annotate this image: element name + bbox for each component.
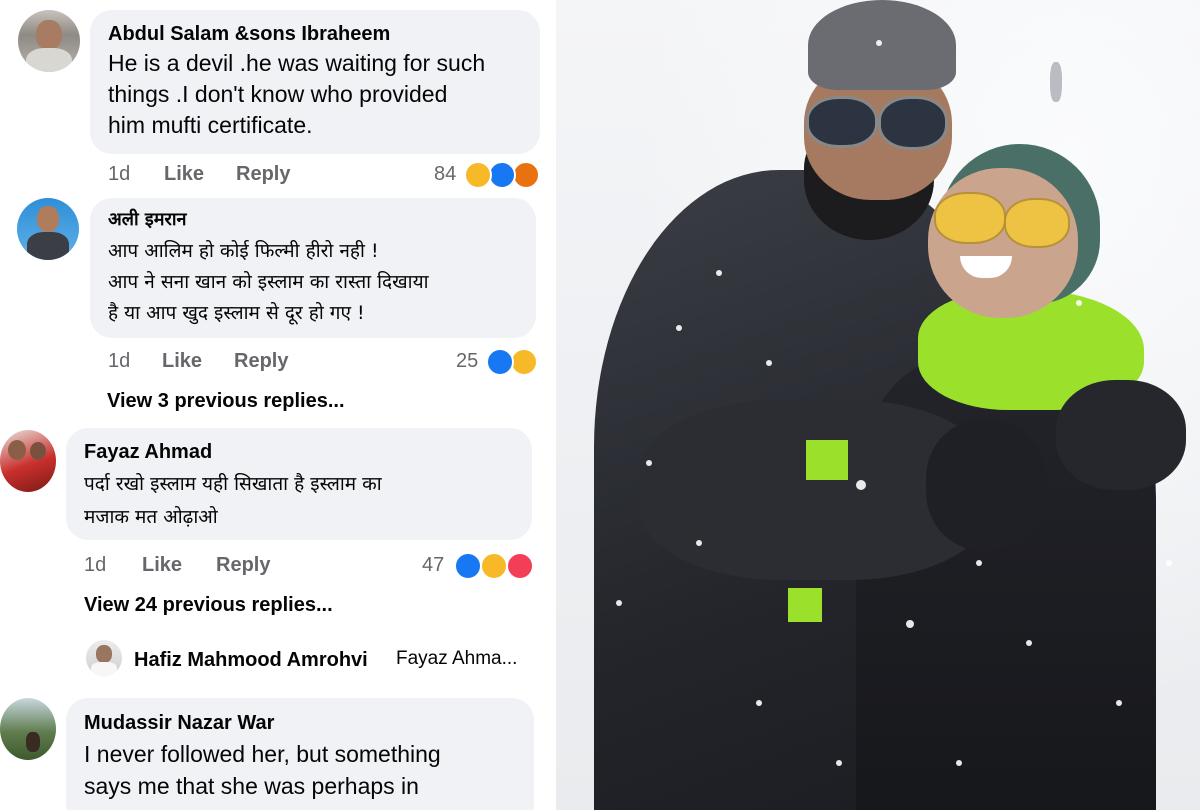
- man-sunglasses: [806, 96, 878, 148]
- comment-text: पर्दा रखो इस्लाम यही सिखाता है इस्लाम का…: [84, 468, 382, 534]
- green-lining: [788, 588, 822, 622]
- woman-yellow-glasses: [934, 192, 1006, 244]
- like-button[interactable]: Like: [162, 350, 202, 373]
- comment-line: He is a devil .he was waiting for such: [108, 50, 486, 76]
- snowflake: [976, 560, 982, 566]
- comment-line: आप आलिम हो कोई फिल्मी हीरो नही !: [108, 240, 379, 262]
- snowflake: [616, 600, 622, 606]
- woman-yellow-glasses: [1004, 198, 1070, 248]
- haha-reaction-icon: [480, 552, 508, 580]
- reply-author[interactable]: Hafiz Mahmood Amrohvi: [134, 648, 368, 672]
- reply-button[interactable]: Reply: [234, 350, 288, 373]
- comment-time[interactable]: 1d: [108, 163, 130, 186]
- reaction-count[interactable]: 25: [456, 350, 478, 373]
- glove: [1056, 380, 1186, 490]
- snowflake: [876, 40, 882, 46]
- comment-text: He is a devil .he was waiting for such t…: [108, 48, 485, 141]
- like-button[interactable]: Like: [142, 554, 182, 577]
- comment-line: says me that she was perhaps in: [84, 773, 419, 799]
- avatar[interactable]: [86, 640, 122, 676]
- snowflake: [646, 460, 652, 466]
- comment-thread: Abdul Salam &sons Ibraheem He is a devil…: [0, 0, 556, 810]
- comment-line: पर्दा रखो इस्लाम यही सिखाता है इस्लाम का: [84, 473, 382, 495]
- comment-line: मजाक मत ओढ़ाओ: [84, 506, 218, 528]
- man-sunglasses: [878, 96, 948, 150]
- comment-line: things .I don't know who provided: [108, 81, 448, 107]
- snowflake: [1166, 560, 1172, 566]
- glove: [926, 420, 1046, 550]
- comment-time[interactable]: 1d: [108, 350, 130, 373]
- comment-text: आप आलिम हो कोई फिल्मी हीरो नही ! आप ने स…: [108, 236, 429, 329]
- snowflake: [716, 270, 722, 276]
- snowflake: [696, 540, 702, 546]
- comment-author[interactable]: अली इमरान: [108, 208, 187, 232]
- like-button[interactable]: Like: [164, 163, 204, 186]
- comment-text: I never followed her, but something says…: [84, 738, 441, 802]
- comment-line: I never followed her, but something: [84, 741, 441, 767]
- love-reaction-icon: [506, 552, 534, 580]
- haha-reaction-icon: [510, 348, 538, 376]
- snowflake: [1026, 640, 1032, 646]
- reaction-count[interactable]: 47: [422, 554, 444, 577]
- snowflake: [1076, 300, 1082, 306]
- avatar[interactable]: [0, 698, 56, 760]
- comment-author[interactable]: Mudassir Nazar War: [84, 711, 274, 735]
- like-reaction-icon: [488, 161, 516, 189]
- like-reaction-icon: [454, 552, 482, 580]
- comment-line: आप ने सना खान को इस्लाम का रास्ता दिखाया: [108, 271, 429, 293]
- comment-time[interactable]: 1d: [84, 554, 106, 577]
- comment-line: है या आप खुद इस्लाम से दूर हो गए !: [108, 302, 365, 324]
- man-beanie: [808, 0, 956, 90]
- comment-line: him mufti certificate.: [108, 112, 313, 138]
- snowflake: [906, 620, 914, 628]
- snowflake: [956, 760, 962, 766]
- snowflake: [836, 760, 842, 766]
- snowflake: [766, 360, 772, 366]
- view-previous-replies-link[interactable]: View 24 previous replies...: [84, 594, 333, 617]
- comment-author[interactable]: Abdul Salam &sons Ibraheem: [108, 22, 390, 46]
- couple-snow-photo: [556, 0, 1200, 810]
- reply-button[interactable]: Reply: [216, 554, 270, 577]
- avatar[interactable]: [18, 10, 80, 72]
- avatar[interactable]: [0, 430, 56, 492]
- like-reaction-icon: [486, 348, 514, 376]
- green-lining: [806, 440, 848, 480]
- haha-reaction-icon: [464, 161, 492, 189]
- snowflake: [676, 325, 682, 331]
- distant-figure: [1050, 62, 1062, 102]
- avatar[interactable]: [17, 198, 79, 260]
- reaction-count[interactable]: 84: [434, 163, 456, 186]
- view-previous-replies-link[interactable]: View 3 previous replies...: [107, 390, 345, 413]
- reply-snippet[interactable]: Fayaz Ahma...: [396, 648, 517, 670]
- snowflake: [1116, 700, 1122, 706]
- reply-button[interactable]: Reply: [236, 163, 290, 186]
- comment-author[interactable]: Fayaz Ahmad: [84, 440, 212, 464]
- snowflake: [856, 480, 866, 490]
- angry-reaction-icon: [512, 161, 540, 189]
- snowflake: [756, 700, 762, 706]
